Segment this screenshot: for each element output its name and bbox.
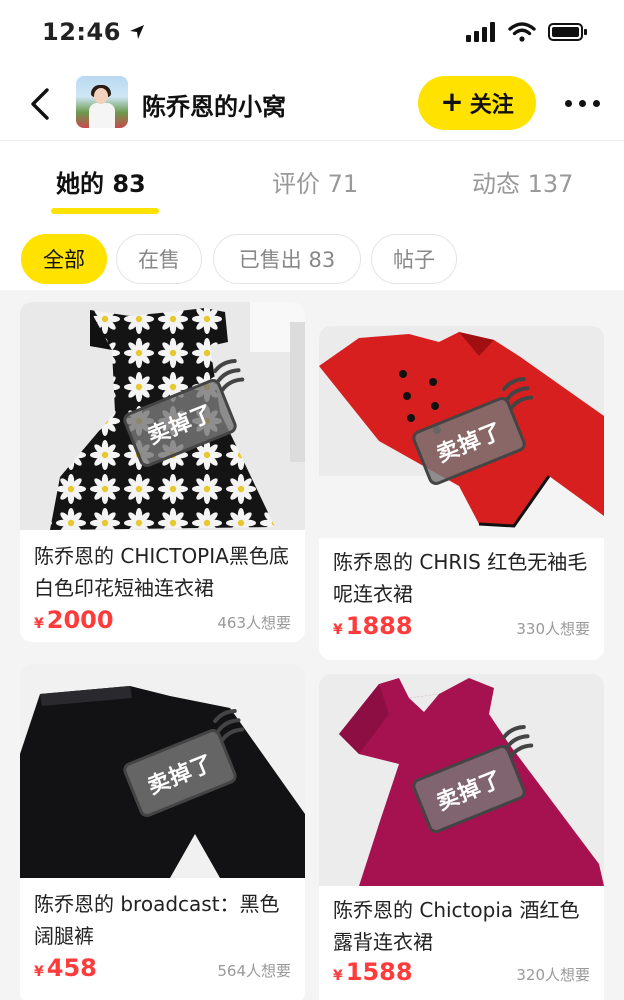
filter-sold[interactable]: 已售出 83 — [213, 234, 361, 284]
wifi-icon — [508, 22, 536, 42]
price-value: 2000 — [46, 606, 114, 634]
product-image: 卖掉了 — [20, 302, 305, 530]
shop-name: 陈乔恩的小窝 — [142, 93, 286, 121]
clock: 12:46 — [42, 18, 121, 46]
filter-all[interactable]: 全部 — [21, 234, 107, 284]
product-image: 卖掉了 — [20, 664, 305, 878]
want-count: 330人想要 — [516, 620, 590, 638]
product-card[interactable]: 卖掉了 陈乔恩的 Chictopia 酒红色露背连衣裙 ¥ 1588 320人想… — [319, 674, 604, 1000]
dot-icon — [564, 99, 572, 107]
tab-reviews[interactable]: 评价 71 — [272, 164, 358, 199]
avatar[interactable] — [76, 76, 128, 128]
battery-icon — [548, 23, 587, 41]
tab-hers[interactable]: 她的 83 — [56, 164, 146, 199]
filter-posts[interactable]: 帖子 — [371, 234, 457, 284]
product-card[interactable]: 卖掉了 陈乔恩的 broadcast：黑色阔腿裤 ¥ 458 564人想要 — [20, 664, 305, 1000]
currency-symbol: ¥ — [333, 622, 343, 638]
want-count: 564人想要 — [217, 962, 291, 980]
product-card[interactable]: 卖掉了 陈乔恩的 CHRIS 红色无袖毛呢连衣裙 ¥ 1888 330人想要 — [319, 326, 604, 660]
filter-on-sale[interactable]: 在售 — [116, 234, 202, 284]
currency-symbol: ¥ — [34, 616, 44, 632]
tab-bar: 她的 83 评价 71 动态 137 — [0, 150, 624, 220]
product-price: ¥ 2000 — [34, 606, 114, 634]
product-price: ¥ 1888 — [333, 612, 413, 640]
product-title: 陈乔恩的 broadcast：黑色阔腿裤 — [34, 892, 280, 948]
chevron-left-icon — [31, 88, 49, 120]
more-options-button[interactable] — [560, 90, 604, 116]
product-title: 陈乔恩的 CHICTOPIA黑色底白色印花短袖连衣裙 — [34, 544, 289, 600]
status-time: 12:46 — [42, 18, 145, 46]
follow-label: 关注 — [469, 93, 514, 118]
product-title: 陈乔恩的 Chictopia 酒红色露背连衣裙 — [333, 898, 580, 954]
product-grid: 卖掉了 陈乔恩的 CHICTOPIA黑色底白色印花短袖连衣裙 ¥ 2000 46… — [0, 290, 624, 1000]
currency-symbol: ¥ — [333, 968, 343, 984]
product-title: 陈乔恩的 CHRIS 红色无袖毛呢连衣裙 — [333, 550, 588, 606]
product-image: 卖掉了 — [319, 326, 604, 538]
location-arrow-icon — [129, 25, 144, 39]
filter-chips: 全部 在售 已售出 83 帖子 — [0, 234, 624, 286]
divider — [0, 140, 624, 141]
currency-symbol: ¥ — [34, 964, 44, 980]
status-bar: 12:46 — [0, 0, 624, 64]
dot-icon — [578, 99, 586, 107]
plus-icon: + — [440, 84, 464, 118]
want-count: 463人想要 — [217, 614, 291, 632]
product-price: ¥ 458 — [34, 954, 97, 982]
follow-button[interactable]: + 关注 — [418, 76, 536, 130]
price-value: 458 — [46, 954, 97, 982]
dot-icon — [592, 99, 600, 107]
tab-activity[interactable]: 动态 137 — [472, 164, 573, 199]
price-value: 1588 — [345, 958, 413, 986]
status-icons — [466, 22, 588, 42]
want-count: 320人想要 — [516, 966, 590, 984]
back-button[interactable] — [20, 84, 60, 124]
signal-icon — [466, 22, 495, 42]
product-price: ¥ 1588 — [333, 958, 413, 986]
active-tab-indicator — [51, 208, 159, 214]
price-value: 1888 — [345, 612, 413, 640]
product-image: 卖掉了 — [319, 674, 604, 886]
product-card[interactable]: 卖掉了 陈乔恩的 CHICTOPIA黑色底白色印花短袖连衣裙 ¥ 2000 46… — [20, 302, 305, 642]
shop-header: 陈乔恩的小窝 + 关注 — [0, 70, 624, 140]
